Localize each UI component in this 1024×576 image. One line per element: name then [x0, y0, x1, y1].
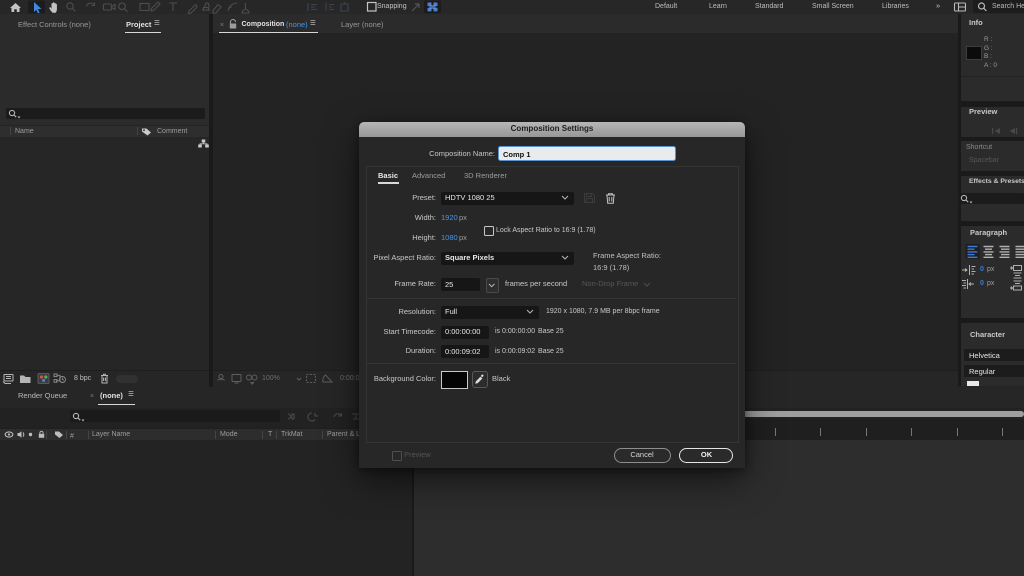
svg-text:#: #: [70, 433, 74, 440]
